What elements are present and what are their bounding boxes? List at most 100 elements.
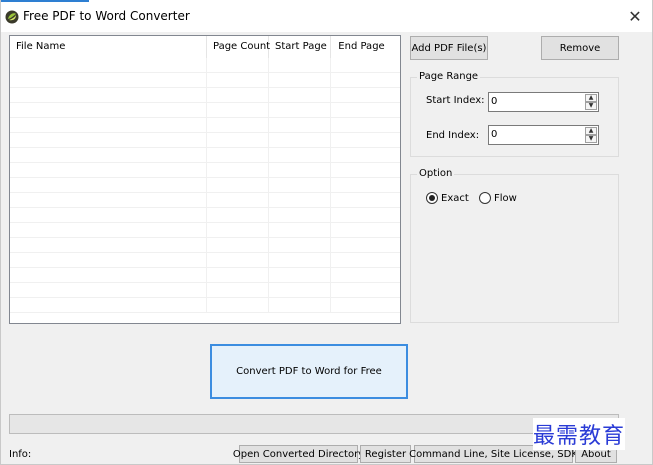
table-cell	[10, 223, 207, 237]
table-cell	[331, 283, 392, 297]
spin-down-icon[interactable]: ▼	[585, 135, 597, 143]
table-cell	[269, 298, 331, 312]
table-cell	[10, 238, 207, 252]
radio-flow-indicator[interactable]	[479, 192, 491, 204]
table-row[interactable]	[10, 268, 400, 283]
table-row[interactable]	[10, 253, 400, 268]
table-row[interactable]	[10, 58, 400, 73]
add-pdf-files-button[interactable]: Add PDF File(s)	[410, 36, 488, 60]
table-row[interactable]	[10, 298, 400, 313]
table-cell	[269, 223, 331, 237]
end-index-input[interactable]	[491, 126, 581, 144]
column-header-start-page[interactable]: Start Page	[269, 36, 331, 58]
table-row[interactable]	[10, 133, 400, 148]
table-cell	[207, 58, 269, 72]
table-row[interactable]	[10, 118, 400, 133]
table-row[interactable]	[10, 238, 400, 253]
file-list-body	[10, 58, 400, 323]
table-cell	[269, 103, 331, 117]
table-row[interactable]	[10, 193, 400, 208]
table-cell	[269, 238, 331, 252]
table-cell	[207, 253, 269, 267]
table-cell	[269, 118, 331, 132]
table-cell	[10, 58, 207, 72]
file-list[interactable]: File Name Page Count Start Page End Page	[9, 35, 401, 324]
info-label: Info:	[9, 449, 32, 460]
table-cell	[207, 88, 269, 102]
table-cell	[269, 73, 331, 87]
watermark-text: 最需教育	[533, 418, 626, 450]
option-group: Option Exact Flow	[410, 168, 619, 323]
window-title: Free PDF to Word Converter	[23, 9, 190, 23]
table-row[interactable]	[10, 223, 400, 238]
start-index-spinbox[interactable]: ▲ ▼	[488, 92, 599, 112]
table-cell	[331, 253, 392, 267]
radio-exact-indicator[interactable]	[426, 192, 438, 204]
table-row[interactable]	[10, 283, 400, 298]
app-window: Free PDF to Word Converter ✕ File Name P…	[0, 0, 653, 465]
table-cell	[207, 298, 269, 312]
start-index-label: Start Index:	[426, 95, 485, 106]
table-cell	[331, 133, 392, 147]
table-cell	[10, 118, 207, 132]
open-converted-directory-button[interactable]: Open Converted Directory	[233, 445, 364, 463]
convert-button[interactable]: Convert PDF to Word for Free	[210, 344, 408, 399]
table-cell	[269, 178, 331, 192]
table-cell	[269, 283, 331, 297]
remove-button[interactable]: Remove	[541, 36, 619, 60]
table-cell	[207, 118, 269, 132]
table-row[interactable]	[10, 148, 400, 163]
table-cell	[269, 148, 331, 162]
table-row[interactable]	[10, 163, 400, 178]
table-row[interactable]	[10, 208, 400, 223]
table-cell	[331, 73, 392, 87]
app-logo-icon	[5, 10, 19, 24]
page-range-group: Page Range Start Index: ▲ ▼ End Index: ▲…	[410, 71, 619, 157]
table-cell	[269, 163, 331, 177]
spin-down-icon[interactable]: ▼	[585, 102, 597, 110]
table-cell	[331, 58, 392, 72]
table-cell	[269, 58, 331, 72]
end-index-spin-buttons[interactable]: ▲ ▼	[585, 127, 597, 143]
title-accent-strip	[1, 0, 89, 2]
table-row[interactable]	[10, 103, 400, 118]
radio-exact-label: Exact	[441, 192, 469, 204]
radio-exact[interactable]: Exact	[426, 192, 469, 204]
table-cell	[207, 193, 269, 207]
end-index-label: End Index:	[426, 130, 480, 141]
table-cell	[207, 208, 269, 222]
start-index-spin-buttons[interactable]: ▲ ▼	[585, 94, 597, 110]
table-cell	[331, 193, 392, 207]
page-range-label: Page Range	[417, 71, 481, 82]
spin-up-icon[interactable]: ▲	[585, 127, 597, 135]
table-cell	[331, 88, 392, 102]
progress-bar	[9, 414, 619, 434]
table-row[interactable]	[10, 178, 400, 193]
table-cell	[10, 148, 207, 162]
table-cell	[269, 133, 331, 147]
end-index-spinbox[interactable]: ▲ ▼	[488, 125, 599, 145]
table-row[interactable]	[10, 73, 400, 88]
start-index-input[interactable]	[491, 93, 581, 111]
table-cell	[10, 163, 207, 177]
column-header-page-count[interactable]: Page Count	[207, 36, 270, 58]
table-cell	[331, 103, 392, 117]
table-cell	[331, 223, 392, 237]
spin-up-icon[interactable]: ▲	[585, 94, 597, 102]
radio-flow[interactable]: Flow	[479, 192, 517, 204]
close-icon[interactable]: ✕	[624, 5, 646, 27]
table-cell	[331, 238, 392, 252]
table-row[interactable]	[10, 88, 400, 103]
file-list-header: File Name Page Count Start Page End Page	[10, 36, 400, 58]
column-header-end-page[interactable]: End Page	[331, 36, 392, 58]
table-cell	[331, 298, 392, 312]
table-cell	[269, 208, 331, 222]
table-cell	[10, 298, 207, 312]
radio-flow-label: Flow	[494, 192, 517, 204]
column-header-file-name[interactable]: File Name	[10, 36, 207, 58]
register-button[interactable]: Register	[360, 445, 411, 463]
table-cell	[10, 283, 207, 297]
table-cell	[269, 268, 331, 282]
title-bar: Free PDF to Word Converter ✕	[1, 0, 652, 32]
table-cell	[10, 88, 207, 102]
